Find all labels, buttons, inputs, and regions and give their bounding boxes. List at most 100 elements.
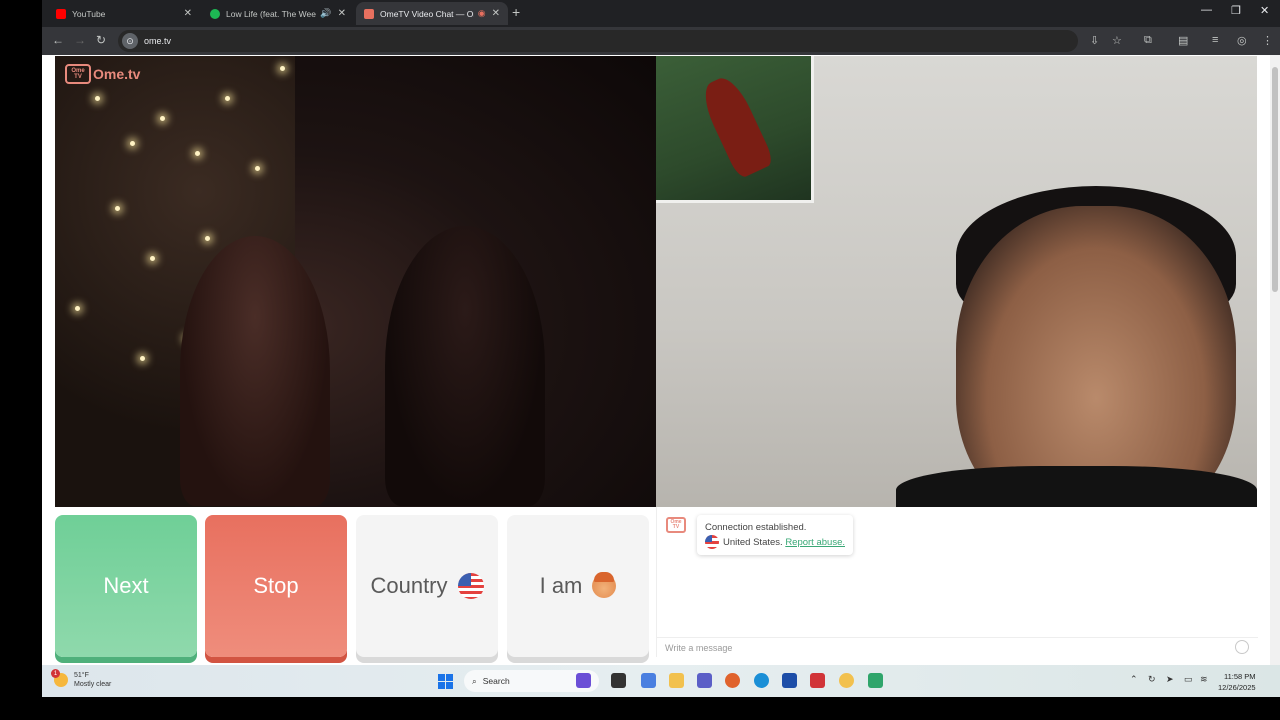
light [225, 96, 230, 101]
light [95, 96, 100, 101]
new-tab-button[interactable]: + [512, 4, 520, 20]
stop-label: Stop [253, 573, 299, 598]
system-message: Connection established. United States. R… [697, 515, 853, 555]
page-scrollbar[interactable] [1270, 55, 1280, 665]
next-button[interactable]: Next [55, 515, 197, 657]
light [280, 66, 285, 71]
tab-title: Low Life (feat. The Weeknd) [226, 8, 316, 19]
teams-icon[interactable] [697, 673, 712, 688]
weather-widget[interactable]: 1 51°F Mostly clear [51, 669, 111, 689]
menu-icon[interactable]: ⋮ [1262, 34, 1273, 47]
ometv-chat-icon: Ome TV [666, 517, 686, 533]
us-flag-icon [457, 573, 484, 599]
light [150, 256, 155, 261]
clock-date: 12/26/2025 [1218, 683, 1256, 692]
bookmark-star-icon[interactable]: ☆ [1112, 34, 1122, 47]
chevron-up-icon[interactable]: ⌃ [1130, 674, 1138, 685]
wall-poster [656, 56, 814, 203]
copilot-app-icon[interactable] [641, 673, 656, 688]
side-panel-icon[interactable]: ▤ [1178, 34, 1188, 47]
gender-button[interactable]: I am [507, 515, 649, 657]
stop-button[interactable]: Stop [205, 515, 347, 657]
firefox-icon[interactable] [725, 673, 740, 688]
back-icon[interactable]: ← [52, 33, 64, 47]
chrome-icon[interactable] [839, 673, 854, 688]
pdf-app-icon[interactable] [810, 673, 825, 688]
light [205, 236, 210, 241]
emoji-icon[interactable] [1235, 640, 1249, 654]
minimize-icon[interactable]: — [1201, 4, 1212, 16]
chat-panel: Ome TV Connection established. United St… [656, 507, 1258, 657]
location-icon[interactable]: ➤ [1166, 674, 1174, 685]
speaker-icon[interactable]: 🔊 [320, 8, 331, 19]
light [140, 356, 145, 361]
notification-badge: 1 [51, 669, 60, 678]
scrollbar-thumb[interactable] [1272, 67, 1278, 292]
tab-spotify[interactable]: Low Life (feat. The Weeknd) 🔊 ✕ [202, 2, 354, 25]
search-icon: ⌕ [472, 675, 477, 686]
partner-country: United States. [723, 537, 783, 548]
self-video [656, 56, 1257, 507]
close-icon[interactable]: ✕ [184, 8, 192, 19]
display-icon[interactable]: ▭ [1184, 674, 1193, 685]
browser-tabstrip: YouTube ✕ Low Life (feat. The Weeknd) 🔊 … [42, 0, 1280, 27]
weather-icon: 1 [51, 669, 68, 687]
tab-youtube[interactable]: YouTube ✕ [48, 2, 200, 25]
windows-start-icon[interactable] [438, 674, 453, 689]
install-app-icon[interactable]: ⇩ [1090, 34, 1099, 47]
task-view-icon[interactable] [611, 673, 626, 688]
ometv-page: Ome TV Ome.tv Next Stop Country I am Ome… [42, 55, 1280, 665]
country-button[interactable]: Country [356, 515, 498, 657]
search-label: Search [482, 676, 510, 686]
message-placeholder: Write a message [665, 642, 733, 653]
light [115, 206, 120, 211]
logo-text: Ome.tv [93, 66, 141, 82]
browser-toolbar: ← → ↻ ⊙ ome.tv ⇩ ☆ ⧉ ▤ ≡ ◎ ⋮ [42, 27, 1280, 55]
close-window-icon[interactable]: ✕ [1260, 4, 1269, 17]
tab-ometv[interactable]: OmeTV Video Chat — Ome ◉ ✕ [356, 2, 508, 25]
light [160, 116, 165, 121]
forward-icon[interactable]: → [74, 33, 86, 47]
light [75, 306, 80, 311]
windows-taskbar: 1 51°F Mostly clear ⌕ Search ⌃ ↻ ➤ ▭ ≋ 🔊… [42, 665, 1280, 697]
i-am-label: I am [539, 573, 583, 598]
sync-icon[interactable]: ↻ [1148, 674, 1156, 685]
close-icon[interactable]: ✕ [338, 8, 346, 19]
app-icon[interactable] [868, 673, 883, 688]
remote-person-right [385, 226, 545, 506]
copilot-icon[interactable] [576, 673, 591, 688]
tab-title: OmeTV Video Chat — Ome [380, 8, 474, 19]
file-explorer-icon[interactable] [669, 673, 684, 688]
spotify-icon [210, 8, 220, 19]
report-abuse-link[interactable]: Report abuse. [785, 537, 845, 548]
edge-icon[interactable] [754, 673, 769, 688]
url-text: ome.tv [144, 36, 172, 46]
connection-status: Connection established. [705, 522, 807, 533]
message-input[interactable]: Write a message [657, 637, 1258, 657]
tab-title: YouTube [72, 8, 106, 19]
profile-icon[interactable]: ◎ [1237, 34, 1247, 47]
extensions-icon[interactable]: ⧉ [1144, 34, 1152, 47]
remote-video: Ome TV Ome.tv [55, 56, 656, 507]
reload-icon[interactable]: ↻ [96, 33, 106, 47]
youtube-icon [56, 8, 66, 19]
recording-icon: ◉ [477, 8, 486, 18]
close-icon[interactable]: ✕ [492, 8, 500, 19]
boy-emoji-icon [592, 572, 617, 598]
maximize-icon[interactable]: ❐ [1231, 4, 1241, 17]
store-icon[interactable] [782, 673, 797, 688]
ometv-icon [364, 8, 374, 19]
country-label: Country [370, 573, 448, 598]
user-shirt [896, 466, 1257, 507]
light [195, 151, 200, 156]
wifi-icon[interactable]: ≋ [1200, 674, 1208, 685]
next-label: Next [103, 573, 149, 598]
media-control-icon[interactable]: ≡ [1212, 34, 1218, 46]
weather-temp: 51°F [74, 672, 89, 679]
light [255, 166, 260, 171]
address-bar[interactable]: ⊙ ome.tv [118, 30, 1078, 52]
logo-box: Ome TV [65, 64, 91, 84]
site-info-icon[interactable]: ⊙ [122, 33, 138, 49]
us-flag-icon [705, 535, 719, 550]
system-clock[interactable]: 11:58 PM 12/26/2025 [1218, 671, 1256, 693]
